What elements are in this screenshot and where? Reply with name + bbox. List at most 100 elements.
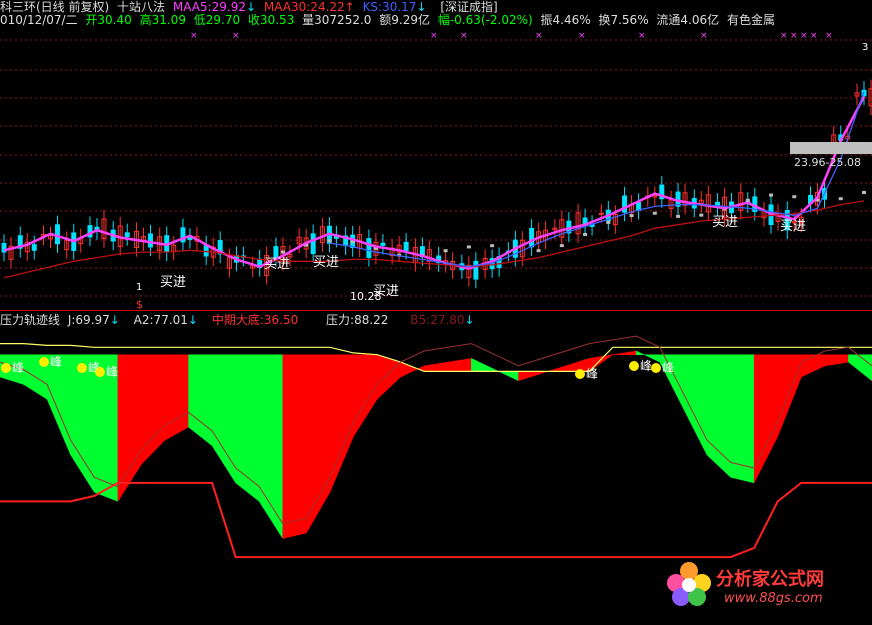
j-arrow-icon: ↓ [109, 313, 120, 327]
sector-value: 有色金属 [726, 13, 775, 27]
grey-series-mark [559, 244, 564, 248]
indicator-fill-segment [329, 354, 354, 493]
peak-label: 峰 [586, 367, 598, 381]
a2-value: A2:77.01 [133, 313, 188, 327]
candle-body [31, 244, 37, 251]
indicator-fill-segment [683, 354, 708, 456]
amplitude-value: 振4.46% [540, 13, 591, 27]
indicator-fill-segment [164, 354, 189, 441]
watermark-title: 分析家公式网 [716, 569, 824, 590]
grey-series-mark [676, 214, 681, 218]
candle-body [598, 212, 604, 215]
maa5-value: MAA5:29.92 [172, 0, 246, 14]
low-value: 低29.70 [193, 13, 241, 27]
grey-series-mark [792, 195, 797, 199]
peak-dot [39, 357, 49, 367]
x-marker: × [700, 31, 708, 41]
indicator-fill-segment [258, 354, 284, 540]
x-marker: × [800, 31, 808, 41]
candle-body [636, 201, 642, 211]
grey-series-mark [536, 249, 541, 253]
indicator-fill-segment [46, 354, 71, 456]
candle-body [310, 233, 316, 255]
peak-label: 峰 [662, 361, 674, 375]
indicator-fill-segment [353, 354, 378, 438]
indicator-fill-segment [824, 354, 849, 367]
indicator-fill-segment [753, 354, 778, 483]
grey-series-mark [699, 213, 704, 217]
grey-series-mark [629, 214, 634, 218]
grey-series-mark [769, 193, 774, 197]
header-line-2: 010/12/07/二 开30.40 高31.09 低29.70 收30.53 … [0, 13, 779, 27]
b5-arrow-icon: ↓ [464, 313, 475, 327]
date-label: 010/12/07/二 [0, 13, 78, 27]
x-marker: × [638, 31, 646, 41]
x-marker: × [578, 31, 586, 41]
grey-series-mark [606, 220, 611, 224]
series-point-label: 1 [136, 282, 142, 293]
x-marker: × [430, 31, 438, 41]
series-line-zhongqi [0, 481, 872, 559]
series-point-label: 3 [862, 42, 868, 53]
x-marker: × [460, 31, 468, 41]
open-value: 开30.40 [85, 13, 132, 27]
watermark-url: www.88gs.com [724, 591, 823, 606]
peak-dot [1, 363, 11, 373]
maa5-arrow-icon: ↓ [246, 0, 257, 14]
indicator-fill-segment [423, 361, 449, 372]
candle-body [403, 241, 409, 251]
peak-dot [575, 369, 585, 379]
price-range-label: 23.96-25.08 [794, 156, 861, 169]
buy-label: 买进 [313, 255, 339, 270]
stock-title: 科三环(日线 前复权) [0, 0, 110, 14]
amount-value: 额9.29亿 [379, 13, 430, 27]
indicator-name: 压力轨迹线 [0, 313, 61, 327]
peak-dot [651, 363, 661, 373]
indicator-fill-segment [777, 354, 802, 437]
indicator-fill-segment [211, 354, 236, 484]
indicator-fill-segment [471, 358, 496, 372]
indicator-header: 压力轨迹线 J:69.97↓ A2:77.01↓ 中期大底:36.50 压力:8… [0, 313, 479, 327]
indicator-fill-segment [518, 371, 543, 382]
ks-value: KS:30.17 [362, 0, 417, 14]
price-range-box [790, 142, 872, 154]
x-marker: × [810, 31, 818, 41]
header-line-1: 科三环(日线 前复权) 十站八法 MAA5:29.92↓ MAA30:24.22… [0, 0, 502, 14]
x-marker: × [780, 31, 788, 41]
peak-label: 峰 [640, 359, 652, 373]
close-value: 收30.53 [247, 13, 295, 27]
indicator-fill-segment [188, 354, 213, 447]
maa30-arrow-icon: ↑ [344, 0, 355, 14]
indicator-fill-segment [447, 358, 472, 372]
indicator-fill-segment [801, 354, 826, 378]
panel-divider [0, 310, 872, 311]
float-value: 流通4.06亿 [656, 13, 720, 27]
candle-body [529, 227, 535, 248]
high-value: 高31.09 [139, 13, 186, 27]
grey-series-mark [862, 190, 866, 194]
peak-label: 峰 [50, 355, 62, 369]
flower-logo-icon [667, 562, 711, 606]
x-marker: × [535, 31, 543, 41]
x-marker: × [232, 31, 240, 41]
grey-series-mark [327, 239, 332, 243]
grey-series-mark [583, 232, 588, 236]
grey-series-mark [745, 198, 750, 202]
grey-series-mark [466, 245, 471, 249]
candle-body [273, 246, 279, 259]
buy-label: 买进 [780, 219, 806, 234]
indicator-fill-segment [235, 354, 260, 502]
method-label: 十站八法 [117, 0, 166, 14]
yali-value: 压力:88.22 [326, 313, 389, 327]
watermark: 分析家公式网 www.88gs.com [664, 559, 864, 619]
peak-dot [629, 361, 639, 371]
grey-series-mark [490, 244, 495, 248]
volume-value: 量307252.0 [302, 13, 372, 27]
buy-label: 买进 [264, 257, 290, 272]
grey-series-mark [280, 250, 285, 254]
grey-series-mark [838, 197, 843, 201]
j-value: J:69.97 [67, 313, 110, 327]
b5-value: B5:27.80 [410, 313, 465, 327]
grey-series-mark [443, 249, 448, 253]
indicator-fill-segment [541, 365, 566, 374]
